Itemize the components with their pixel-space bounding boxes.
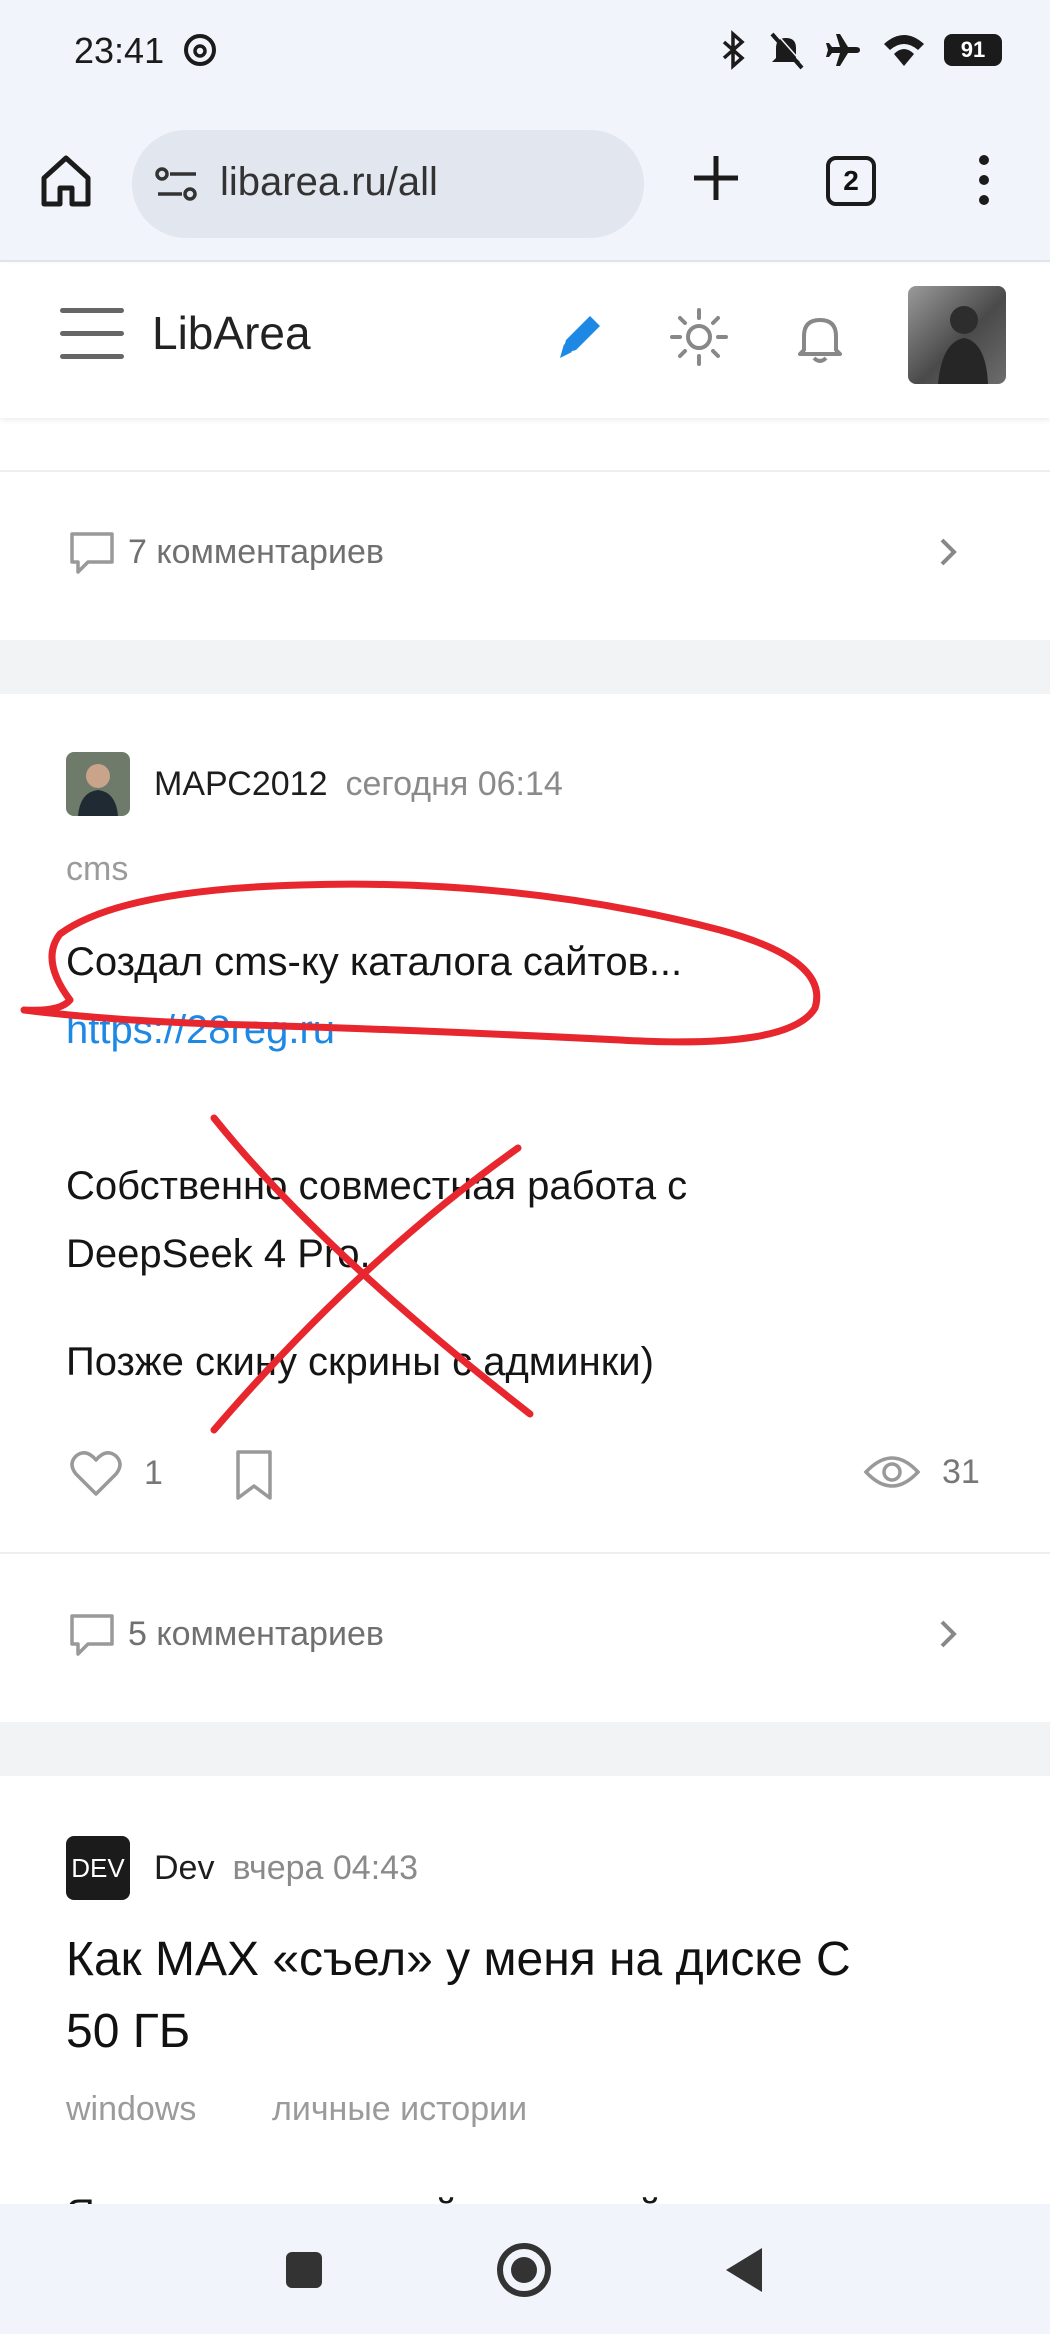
- status-time: 23:41: [74, 30, 165, 71]
- tab-switcher-button[interactable]: 2: [826, 156, 876, 206]
- post-feed: 7 комментариев МАРС2012 сегодня 06:14 cm…: [0, 418, 1050, 2204]
- threads-icon: [184, 34, 216, 66]
- post-author-row: МАРС2012 сегодня 06:14: [66, 752, 563, 816]
- post-time: вчера 04:43: [232, 1848, 418, 1887]
- divider: [0, 470, 1050, 472]
- user-avatar[interactable]: [908, 286, 1006, 384]
- post-text-line: DeepSeek 4 Pro.: [66, 1232, 371, 1276]
- airplane-icon: [826, 34, 860, 66]
- theme-toggle-icon[interactable]: [668, 306, 730, 368]
- address-bar[interactable]: libarea.ru/all: [132, 130, 644, 238]
- like-button[interactable]: 1: [68, 1448, 163, 1498]
- comments-link-prev[interactable]: 7 комментариев: [66, 522, 966, 582]
- views-counter: 31: [862, 1450, 980, 1494]
- post-text-line: Собственно совместная работа с: [66, 1164, 688, 1208]
- pencil-icon[interactable]: [552, 308, 608, 364]
- divider: [0, 1552, 1050, 1554]
- post-time: сегодня 06:14: [345, 764, 563, 803]
- author-avatar[interactable]: [66, 752, 130, 816]
- bell-icon[interactable]: [790, 308, 850, 368]
- comments-link[interactable]: 5 комментариев: [66, 1604, 966, 1664]
- site-settings-icon[interactable]: [154, 164, 200, 204]
- bluetooth-icon: [722, 30, 745, 70]
- comments-count[interactable]: 5 комментариев: [128, 1615, 384, 1654]
- bookmark-icon[interactable]: [232, 1448, 276, 1502]
- view-count: 31: [942, 1452, 980, 1491]
- mute-icon: [770, 31, 806, 70]
- site-header: LibArea: [0, 264, 1050, 418]
- post-separator: [0, 640, 1050, 694]
- post-separator: [0, 1722, 1050, 1776]
- battery-indicator: 91: [944, 34, 1002, 66]
- author-avatar[interactable]: DEV: [66, 1836, 130, 1900]
- comments-count[interactable]: 7 комментариев: [128, 533, 384, 572]
- post-link[interactable]: https://28reg.ru: [66, 1008, 335, 1053]
- like-count: 1: [144, 1453, 163, 1492]
- more-menu-icon[interactable]: [966, 150, 1002, 210]
- post-author-row: DEV Dev вчера 04:43: [66, 1836, 418, 1900]
- browser-toolbar: libarea.ru/all 2: [0, 100, 1050, 262]
- system-nav-bar: [0, 2204, 1050, 2334]
- post-text-line: Я столкнулся с такой ситуацией:: [66, 2180, 672, 2204]
- author-name[interactable]: МАРС2012: [154, 765, 328, 804]
- author-name[interactable]: Dev: [154, 1849, 214, 1888]
- wifi-icon: [884, 35, 924, 66]
- post-tag[interactable]: cms: [66, 850, 128, 889]
- comment-icon: [70, 532, 114, 574]
- post-tag[interactable]: windows: [66, 2090, 196, 2129]
- comment-icon: [70, 1614, 114, 1656]
- recents-button[interactable]: [272, 2238, 336, 2302]
- post-title-line[interactable]: 50 ГБ: [66, 1996, 986, 2068]
- eye-icon: [863, 1456, 921, 1488]
- site-logo[interactable]: LibArea: [152, 306, 311, 360]
- home-icon[interactable]: [36, 150, 96, 210]
- new-tab-icon[interactable]: [690, 152, 742, 204]
- back-button[interactable]: [714, 2238, 778, 2302]
- post-title-line[interactable]: Как MAX «съел» у меня на диске С: [66, 1924, 986, 1996]
- chevron-right-icon[interactable]: [930, 534, 966, 570]
- hamburger-menu-icon[interactable]: [60, 308, 124, 364]
- status-bar: 23:41 91: [0, 0, 1050, 100]
- post-text-line: Позже скину скрины с админки): [66, 1340, 654, 1384]
- status-icons: 91: [718, 28, 1002, 72]
- heart-icon[interactable]: [68, 1448, 124, 1498]
- chevron-right-icon[interactable]: [930, 1616, 966, 1652]
- post-text-line: Создал cms-ку каталога сайтов...: [66, 940, 683, 984]
- post-tag[interactable]: личные истории: [272, 2090, 527, 2129]
- url-text[interactable]: libarea.ru/all: [220, 160, 438, 205]
- home-button[interactable]: [492, 2238, 556, 2302]
